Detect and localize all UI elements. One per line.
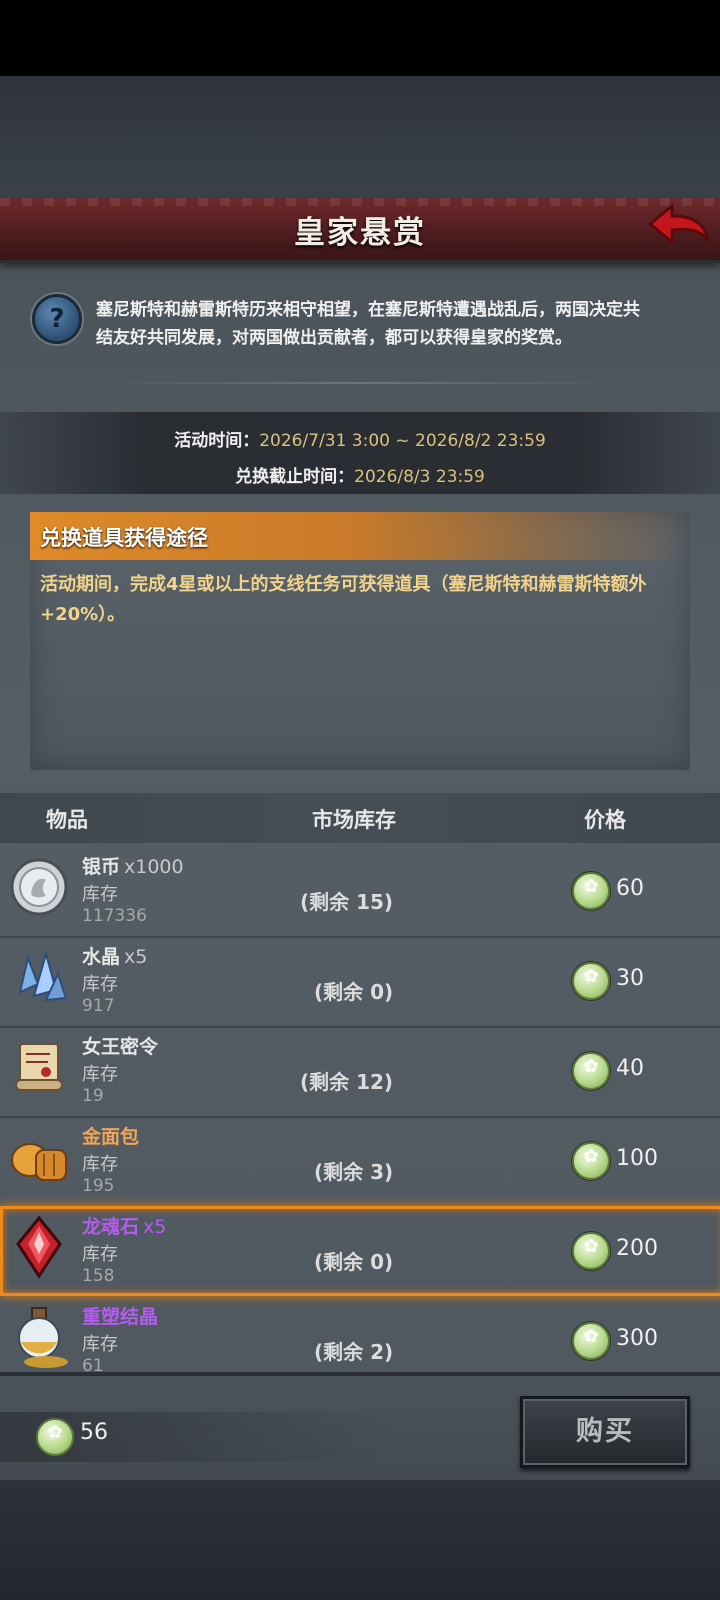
page-title: 皇家悬赏 <box>294 215 426 251</box>
item-name: 女王密令 <box>82 1032 162 1059</box>
price-value: 30 <box>616 966 644 991</box>
divider <box>100 382 620 384</box>
item-name-text: 银币 <box>82 856 121 878</box>
event-time-value: 2026/7/31 3:00 ~ 2026/8/2 23:59 <box>259 431 546 451</box>
scroll-icon <box>15 1043 63 1091</box>
item-row[interactable]: 水晶x5 库存 917 (剩余 0) 30 <box>0 936 720 1028</box>
status-bar <box>0 0 720 76</box>
intro-text: 塞尼斯特和赫雷斯特历来相守相望，在塞尼斯特遭遇战乱后，两国决定共结友好共同发展，… <box>96 300 640 348</box>
remaining-count: (剩余 0) <box>314 1250 394 1274</box>
item-qty: x5 <box>124 946 148 968</box>
item-name: 水晶 x5 <box>82 942 147 969</box>
item-row[interactable]: 银币x1000 库存 117336 (剩余 15) 60 <box>0 846 720 938</box>
remaining-count: (剩余 3) <box>314 1160 394 1184</box>
item-name: 银币 x1000 <box>82 852 184 879</box>
silver-coin-icon <box>10 858 68 916</box>
remaining-count: (剩余 0) <box>314 980 394 1004</box>
item-name-text: 金面包 <box>82 1126 140 1148</box>
potion-icon <box>18 1307 68 1368</box>
item-name-text: 重塑结晶 <box>82 1306 159 1328</box>
stock-label: 库存 <box>82 1244 118 1265</box>
stock-value: 917 <box>82 996 115 1016</box>
stock-value: 117336 <box>82 906 147 926</box>
currency-balance: 56 <box>80 1420 108 1445</box>
item-name: 重塑结晶 <box>82 1302 162 1329</box>
price-value: 100 <box>616 1146 658 1171</box>
back-arrow-icon <box>647 202 710 246</box>
item-name: 金面包 <box>82 1122 143 1149</box>
item-name-text: 龙魂石 <box>82 1216 140 1238</box>
stock-label: 库存 <box>82 1334 118 1355</box>
item-qty: x1000 <box>124 856 184 878</box>
stock-value: 19 <box>82 1086 104 1106</box>
item-name: 龙魂石 x5 <box>82 1212 166 1239</box>
currency-coin-icon <box>572 1142 610 1180</box>
deadline-row: 兑换截止时间：2026/8/3 23:59 <box>0 462 720 487</box>
background-bottom <box>0 1480 720 1600</box>
currency-coin-icon <box>572 1322 610 1360</box>
price-value: 60 <box>616 876 644 901</box>
deadline-label: 兑换截止时间： <box>235 467 355 487</box>
deadline-value: 2026/8/3 23:59 <box>354 467 485 487</box>
event-time-row: 活动时间：2026/7/31 3:00 ~ 2026/8/2 23:59 <box>0 426 720 451</box>
item-row[interactable]: 重塑结晶 库存 61 (剩余 2) 300 <box>0 1296 720 1371</box>
item-row[interactable]: 金面包 库存 195 (剩余 3) 100 <box>0 1116 720 1208</box>
column-header-item: 物品 <box>46 808 88 832</box>
column-header-price: 价格 <box>584 808 626 832</box>
remaining-count: (剩余 15) <box>300 890 394 914</box>
column-header-stock: 市场库存 <box>312 808 396 832</box>
price-value: 300 <box>616 1326 658 1351</box>
crystal-icon <box>18 950 68 1002</box>
bread-icon <box>11 1143 67 1181</box>
stock-value: 195 <box>82 1176 115 1196</box>
event-time-label: 活动时间： <box>174 431 260 451</box>
stock-label: 库存 <box>82 1154 118 1175</box>
currency-coin-icon <box>572 962 610 1000</box>
currency-coin-icon <box>572 872 610 910</box>
currency-coin-icon <box>572 1052 610 1090</box>
help-icon[interactable]: ? <box>32 294 82 344</box>
stock-label: 库存 <box>82 974 118 995</box>
item-list[interactable]: 银币x1000 库存 117336 (剩余 15) 60 水晶x5 库存 917… <box>0 846 720 1371</box>
info-title: 兑换道具获得途径 <box>40 526 208 550</box>
item-name-text: 女王密令 <box>82 1036 159 1058</box>
stock-value: 158 <box>82 1266 115 1286</box>
info-body: 活动期间，完成4星或以上的支线任务可获得道具（塞尼斯特和赫雷斯特额外+20%）。 <box>40 574 647 625</box>
buy-button[interactable]: 购买 <box>520 1396 690 1468</box>
dragon-soul-stone-icon <box>16 1215 62 1279</box>
stock-label: 库存 <box>82 1064 118 1085</box>
remaining-count: (剩余 2) <box>314 1340 394 1364</box>
back-button[interactable] <box>646 202 712 254</box>
remaining-count: (剩余 12) <box>300 1070 394 1094</box>
item-qty: x5 <box>143 1216 167 1238</box>
currency-coin-icon <box>36 1418 74 1456</box>
stock-label: 库存 <box>82 884 118 905</box>
item-row-selected[interactable]: 龙魂石x5 库存 158 (剩余 0) 200 <box>0 1206 720 1296</box>
background-top <box>0 76 720 198</box>
price-value: 40 <box>616 1056 644 1081</box>
stock-value: 61 <box>82 1356 104 1371</box>
item-name-text: 水晶 <box>82 946 121 968</box>
currency-coin-icon <box>572 1232 610 1270</box>
price-value: 200 <box>616 1236 658 1261</box>
item-row[interactable]: 女王密令 库存 19 (剩余 12) 40 <box>0 1026 720 1118</box>
